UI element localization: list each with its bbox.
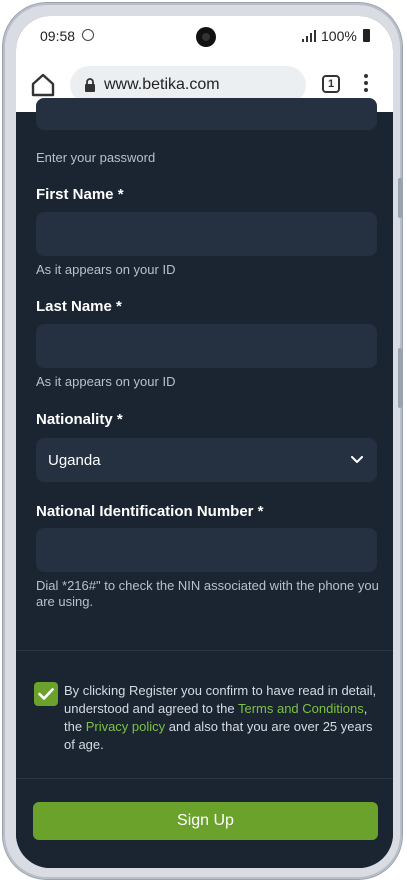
sign-up-button[interactable]: Sign Up — [33, 802, 378, 840]
password-hint: Enter your password — [36, 150, 156, 165]
volume-button — [398, 178, 402, 218]
last-name-field[interactable] — [36, 324, 377, 368]
front-camera — [196, 27, 216, 47]
first-name-label: First Name * — [36, 186, 124, 203]
registration-form: Enter your password First Name * As it a… — [16, 98, 393, 868]
notification-icon — [82, 29, 94, 41]
first-name-hint: As it appears on your ID — [36, 262, 176, 277]
nationality-label: Nationality * — [36, 411, 123, 428]
status-time: 09:58 — [40, 28, 76, 44]
nin-label: National Identification Number * — [36, 503, 264, 520]
lock-icon — [85, 78, 95, 92]
chevron-down-icon — [351, 456, 363, 463]
phone-frame: 09:58 100% www.betika.com 1 Enter your p… — [3, 3, 402, 879]
last-name-hint: As it appears on your ID — [36, 374, 176, 389]
more-options-icon[interactable] — [364, 74, 368, 94]
consent-text: By clicking Register you confirm to have… — [64, 682, 379, 754]
nin-field[interactable] — [36, 528, 377, 572]
nin-hint: Dial *216#" to check the NIN associated … — [36, 578, 379, 609]
consent-checkbox[interactable] — [34, 682, 58, 706]
tabs-icon[interactable]: 1 — [322, 75, 340, 93]
divider — [16, 778, 393, 779]
checkmark-icon — [38, 688, 54, 700]
divider — [16, 650, 393, 651]
signal-icon — [302, 30, 316, 42]
last-name-label: Last Name * — [36, 298, 122, 315]
privacy-policy-link[interactable]: Privacy policy — [86, 719, 165, 734]
battery-percentage: 100% — [321, 28, 357, 44]
battery-icon — [363, 29, 370, 42]
phone-screen: 09:58 100% www.betika.com 1 Enter your p… — [16, 16, 393, 868]
url-text: www.betika.com — [104, 76, 220, 93]
terms-link[interactable]: Terms and Conditions — [238, 701, 364, 716]
status-bar: 09:58 100% — [16, 16, 393, 58]
home-icon[interactable] — [30, 72, 56, 98]
password-field[interactable] — [36, 98, 377, 130]
nationality-select[interactable]: Uganda — [36, 438, 377, 482]
first-name-field[interactable] — [36, 212, 377, 256]
nationality-value: Uganda — [48, 451, 101, 469]
power-button — [398, 348, 402, 408]
